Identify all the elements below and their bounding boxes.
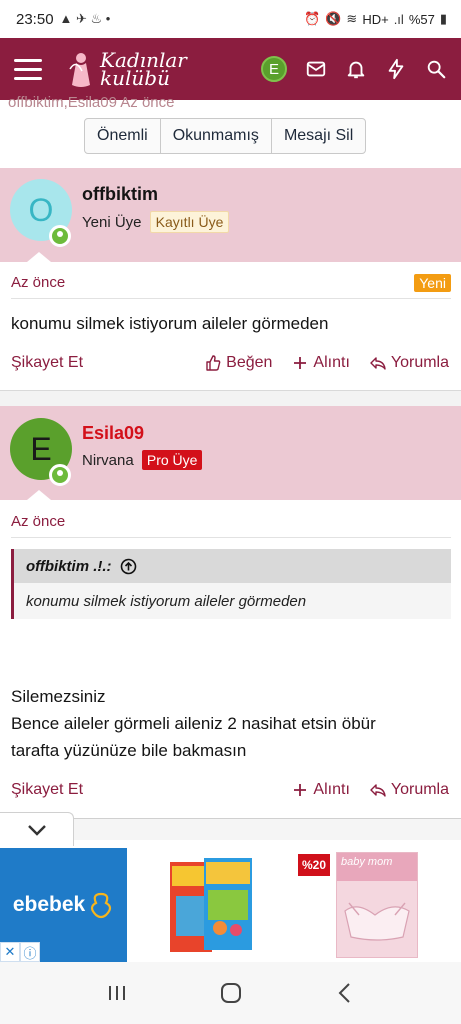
arrow-up-circle-icon[interactable] bbox=[120, 558, 137, 575]
report-link[interactable]: Şikayet Et bbox=[11, 354, 83, 372]
battery-level: %57 bbox=[408, 11, 435, 27]
ad-banner[interactable]: ebebek %20 baby mom ✕ ⓘ bbox=[0, 848, 461, 962]
post-body: konumu silmek istiyorum aileler görmeden bbox=[11, 314, 329, 333]
important-button[interactable]: Önemli bbox=[85, 119, 161, 153]
post-actions: Şikayet Et Alıntı Yorumla bbox=[11, 779, 449, 801]
body-line: Silemezsiniz bbox=[11, 687, 106, 706]
wifi-icon: ≋ bbox=[346, 11, 358, 26]
status-time: 23:50 bbox=[16, 10, 54, 28]
notification-icons: ▲ ✈ ♨ • bbox=[59, 11, 111, 26]
quote-header[interactable]: offbiktim .!.: bbox=[14, 549, 451, 583]
menu-icon[interactable] bbox=[8, 49, 48, 89]
pro-member-badge: Pro Üye bbox=[141, 450, 203, 470]
message-actions: Önemli Okunmamış Mesajı Sil bbox=[84, 118, 367, 154]
like-button[interactable]: Beğen bbox=[205, 354, 272, 372]
post-user-header: O offbiktim Yeni Üye Kayıtlı Üye bbox=[0, 168, 461, 262]
signal-icon: .ıl bbox=[393, 11, 404, 27]
status-bar: 23:50 ▲ ✈ ♨ • ⏰ 🔇 ≋ HD+ .ıl %57 ▮ bbox=[0, 0, 461, 38]
post-time[interactable]: Az önce bbox=[11, 513, 65, 530]
reply-label: Yorumla bbox=[390, 354, 449, 371]
pointer-arrow bbox=[27, 252, 51, 262]
back-icon[interactable] bbox=[335, 981, 355, 1005]
books-product-image[interactable] bbox=[168, 856, 268, 956]
plus-icon bbox=[294, 784, 307, 796]
thumbs-up-icon bbox=[206, 355, 221, 371]
recent-apps-icon[interactable] bbox=[106, 983, 128, 1003]
logo-woman-icon bbox=[69, 53, 90, 87]
quote-label: Alıntı bbox=[313, 781, 350, 798]
battery-icon: ▮ bbox=[439, 11, 447, 26]
reply-editor-bar[interactable] bbox=[74, 818, 461, 840]
post-body: Silemezsiniz Bence aileler görmeli ailen… bbox=[11, 683, 376, 764]
quote-button[interactable]: Alıntı bbox=[292, 781, 350, 799]
like-label: Beğen bbox=[226, 354, 273, 371]
post-user-header: E Esila09 Nirvana Pro Üye bbox=[0, 406, 461, 500]
home-icon[interactable] bbox=[219, 981, 243, 1005]
search-icon[interactable] bbox=[425, 58, 447, 80]
member-badge: Kayıtlı Üye bbox=[149, 211, 230, 233]
quote-button[interactable]: Alıntı bbox=[292, 354, 350, 372]
reply-label: Yorumla bbox=[390, 781, 449, 798]
body-line: Bence aileler görmeli aileniz 2 nasihat … bbox=[11, 714, 376, 733]
report-link[interactable]: Şikayet Et bbox=[11, 781, 83, 799]
post-actions: Şikayet Et Beğen Alıntı Yorumla bbox=[11, 352, 449, 374]
bra-product-image bbox=[344, 902, 410, 941]
discount-badge: %20 bbox=[298, 854, 331, 876]
quote-text: konumu silmek istiyorum aileler görmeden bbox=[26, 592, 307, 610]
collapse-button[interactable] bbox=[0, 812, 74, 846]
online-status-icon bbox=[49, 225, 71, 247]
body-line: tarafta yüzünüze bile bakmasın bbox=[11, 741, 247, 760]
post-separator bbox=[0, 390, 461, 406]
plus-icon bbox=[294, 357, 307, 369]
ad-controls: ✕ ⓘ bbox=[0, 942, 40, 962]
divider bbox=[11, 298, 451, 299]
system-nav-bar bbox=[0, 962, 461, 1024]
delete-message-button[interactable]: Mesajı Sil bbox=[272, 119, 365, 153]
nursing-bra-product[interactable]: baby mom bbox=[336, 852, 418, 958]
close-icon[interactable]: ✕ bbox=[0, 942, 20, 962]
bell-icon[interactable] bbox=[345, 58, 367, 80]
user-rank: Yeni Üye bbox=[82, 214, 142, 231]
participants-line: offbiktim,Esila09 Az önce bbox=[8, 94, 175, 111]
unread-button[interactable]: Okunmamış bbox=[161, 119, 272, 153]
ad-brand-name: ebebek bbox=[12, 893, 86, 916]
reply-button[interactable]: Yorumla bbox=[370, 354, 449, 372]
alarm-icon: ⏰ bbox=[304, 11, 321, 26]
quote-block: offbiktim .!.: konumu silmek istiyorum a… bbox=[11, 549, 451, 619]
mail-icon[interactable] bbox=[305, 58, 327, 80]
chevron-down-icon bbox=[27, 824, 46, 836]
site-logo[interactable]: Kadınlar kulübü bbox=[66, 49, 187, 89]
user-rank: Nirvana bbox=[82, 452, 134, 469]
network-type: HD+ bbox=[362, 11, 389, 27]
pointer-arrow bbox=[27, 490, 51, 500]
new-badge: Yeni bbox=[414, 274, 451, 292]
product-label: baby mom bbox=[337, 853, 417, 881]
quote-author: offbiktim .!.: bbox=[26, 557, 112, 575]
post-time[interactable]: Az önce bbox=[11, 274, 65, 291]
lightning-icon[interactable] bbox=[385, 58, 407, 80]
online-status-icon bbox=[49, 464, 71, 486]
divider bbox=[11, 537, 451, 538]
info-icon[interactable]: ⓘ bbox=[20, 942, 40, 962]
reply-icon bbox=[370, 784, 386, 797]
conversation-toolbar: offbiktim,Esila09 Az önce Önemli Okunmam… bbox=[0, 94, 461, 168]
username[interactable]: Esila09 bbox=[82, 423, 144, 444]
quote-label: Alıntı bbox=[313, 354, 350, 371]
mute-icon: 🔇 bbox=[325, 11, 342, 26]
ebebek-logo-icon bbox=[91, 892, 112, 919]
reply-button[interactable]: Yorumla bbox=[370, 781, 449, 799]
username[interactable]: offbiktim bbox=[82, 184, 158, 205]
user-avatar[interactable]: E bbox=[261, 56, 287, 82]
app-header: Kadınlar kulübü E bbox=[0, 38, 461, 100]
reply-icon bbox=[370, 357, 386, 370]
